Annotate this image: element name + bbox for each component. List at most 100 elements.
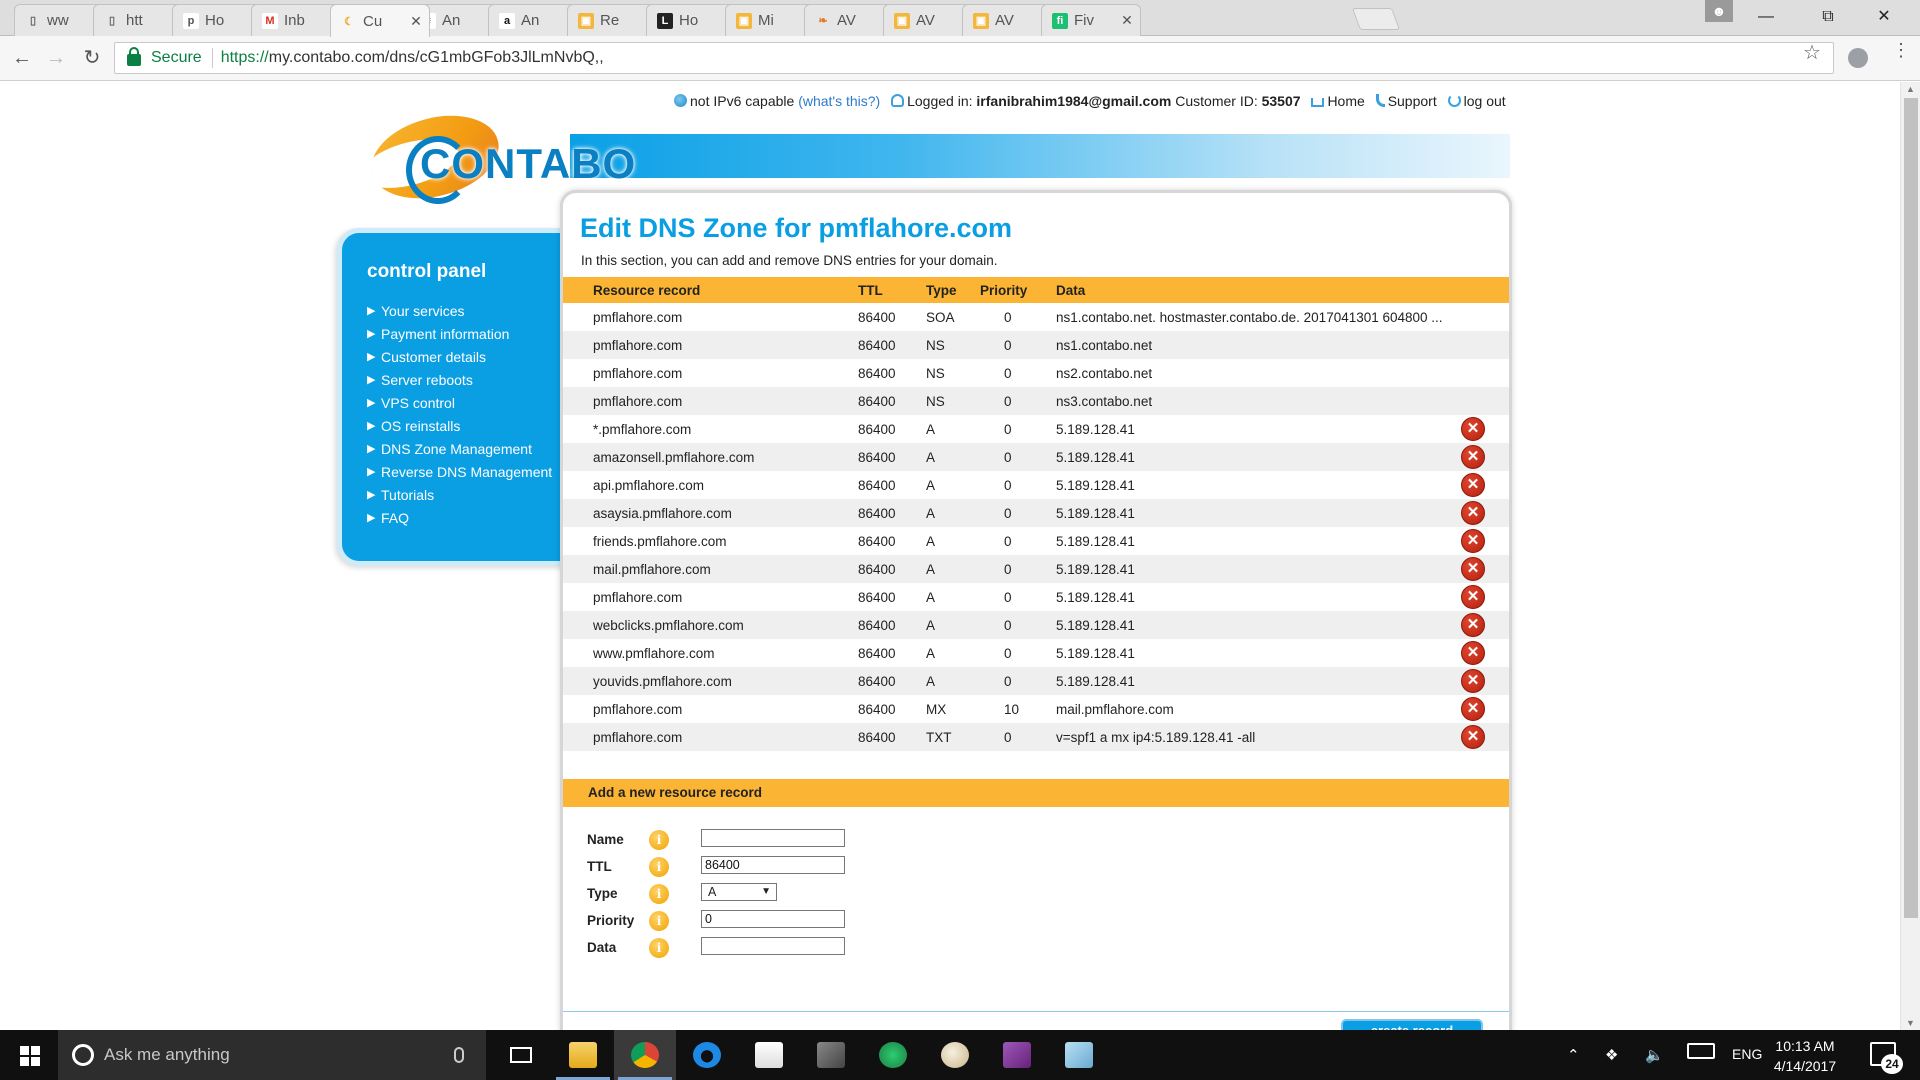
notification-count: 24 bbox=[1881, 1054, 1903, 1074]
chrome-icon[interactable] bbox=[614, 1030, 676, 1080]
ttl-input[interactable] bbox=[701, 856, 845, 874]
delete-record-icon[interactable]: ✕ bbox=[1461, 529, 1485, 553]
url-text[interactable]: https://my.contabo.com/dns/cG1mbGFob3JlL… bbox=[221, 49, 604, 67]
new-tab-button[interactable] bbox=[1351, 8, 1401, 30]
create-record-button[interactable]: create record bbox=[1341, 1019, 1483, 1030]
priority-input[interactable] bbox=[701, 910, 845, 928]
volume-muted-icon[interactable]: 🔈 bbox=[1645, 1046, 1664, 1064]
notepad-icon-glyph bbox=[1065, 1042, 1093, 1068]
dropbox-icon[interactable]: ❖ bbox=[1605, 1046, 1618, 1064]
sidebar-item-server-reboots[interactable]: ▶ Server reboots bbox=[367, 368, 552, 391]
delete-record-icon[interactable]: ✕ bbox=[1461, 557, 1485, 581]
notepad-icon[interactable] bbox=[1048, 1030, 1110, 1080]
cell-ttl: 86400 bbox=[858, 611, 926, 639]
tab-close-icon[interactable]: ✕ bbox=[1118, 12, 1136, 29]
account-info-bar: not IPv6 capable (what's this?) Logged i… bbox=[667, 93, 1506, 109]
scroll-thumb[interactable] bbox=[1904, 98, 1918, 918]
sidebar-item-your-services[interactable]: ▶ Your services bbox=[367, 299, 552, 322]
column-header-delete bbox=[1461, 277, 1509, 303]
delete-record-icon[interactable]: ✕ bbox=[1461, 445, 1485, 469]
home-link[interactable]: Home bbox=[1327, 93, 1364, 109]
delete-record-icon[interactable]: ✕ bbox=[1461, 501, 1485, 525]
cell-priority: 0 bbox=[1004, 309, 1012, 325]
cell-type: A bbox=[926, 555, 980, 583]
windows-start-icon[interactable] bbox=[0, 1030, 58, 1080]
address-bar[interactable]: Secure https://my.contabo.com/dns/cG1mbG… bbox=[114, 42, 1834, 74]
bookmark-star-icon[interactable]: ☆ bbox=[1803, 40, 1821, 65]
page-scrollbar[interactable]: ▲ ▼ bbox=[1900, 82, 1920, 1030]
cell-type: NS bbox=[926, 331, 980, 359]
fiverr-icon: fi bbox=[1052, 12, 1068, 29]
extension-icon[interactable] bbox=[1848, 48, 1868, 68]
cell-ttl: 86400 bbox=[858, 589, 896, 605]
back-icon[interactable]: ← bbox=[8, 44, 36, 72]
chevron-right-icon: ▶ bbox=[367, 489, 376, 501]
microphone-icon[interactable] bbox=[454, 1047, 464, 1063]
info-icon[interactable]: i bbox=[649, 830, 669, 850]
info-icon[interactable]: i bbox=[649, 884, 669, 904]
tools-icon[interactable] bbox=[800, 1030, 862, 1080]
show-hidden-icons-icon[interactable]: ⌃ bbox=[1567, 1046, 1580, 1064]
language-indicator[interactable]: ENG bbox=[1732, 1046, 1762, 1062]
info-icon[interactable]: i bbox=[649, 857, 669, 877]
sidebar-item-faq[interactable]: ▶ FAQ bbox=[367, 506, 552, 529]
dns-records-table: Resource record TTL Type Priority Data p… bbox=[563, 277, 1509, 751]
task-view-icon[interactable] bbox=[490, 1030, 552, 1080]
file-explorer-icon[interactable] bbox=[552, 1030, 614, 1080]
delete-record-icon[interactable]: ✕ bbox=[1461, 641, 1485, 665]
sidebar-item-tutorials[interactable]: ▶ Tutorials bbox=[367, 483, 552, 506]
cell-priority: 0 bbox=[1004, 589, 1012, 605]
paint-icon[interactable] bbox=[924, 1030, 986, 1080]
delete-record-icon[interactable]: ✕ bbox=[1461, 473, 1485, 497]
cell-priority: 0 bbox=[980, 499, 1056, 527]
edge-icon[interactable] bbox=[676, 1030, 738, 1080]
delete-record-icon[interactable]: ✕ bbox=[1461, 697, 1485, 721]
globe-app-icon[interactable] bbox=[862, 1030, 924, 1080]
sidebar-item-customer-details[interactable]: ▶ Customer details bbox=[367, 345, 552, 368]
scroll-down-icon[interactable]: ▼ bbox=[1906, 1018, 1915, 1028]
support-link[interactable]: Support bbox=[1388, 93, 1437, 109]
name-input[interactable] bbox=[701, 829, 845, 847]
delete-record-icon[interactable]: ✕ bbox=[1461, 613, 1485, 637]
type-select[interactable]: A ▼ bbox=[701, 883, 777, 901]
tab-close-icon[interactable]: ✕ bbox=[407, 13, 425, 30]
browser-tab[interactable]: fi Fiv ✕ bbox=[1041, 4, 1141, 36]
close-window-button[interactable]: ✕ bbox=[1856, 0, 1912, 34]
sidebar-item-vps-control[interactable]: ▶ VPS control bbox=[367, 391, 552, 414]
data-input[interactable] bbox=[701, 937, 845, 955]
page-icon: ▯ bbox=[29, 15, 37, 27]
info-icon[interactable]: i bbox=[649, 938, 669, 958]
reload-icon[interactable]: ↻ bbox=[78, 44, 106, 72]
whats-this-link[interactable]: (what's this?) bbox=[798, 93, 880, 109]
sidebar-item-label: DNS Zone Management bbox=[381, 440, 532, 457]
visual-studio-icon[interactable] bbox=[986, 1030, 1048, 1080]
cell-delete: ✕ bbox=[1461, 583, 1509, 611]
delete-record-icon[interactable]: ✕ bbox=[1461, 417, 1485, 441]
minimize-button[interactable]: — bbox=[1738, 0, 1794, 34]
sidebar-item-payment-information[interactable]: ▶ Payment information bbox=[367, 322, 552, 345]
browser-tab[interactable]: ☾ Cu ✕ bbox=[330, 4, 430, 37]
sidebar-item-os-reinstalls[interactable]: ▶ OS reinstalls bbox=[367, 414, 552, 437]
cell-data: 5.189.128.41 bbox=[1056, 443, 1461, 471]
sidebar-item-label: Customer details bbox=[381, 348, 487, 365]
ipv6-status: not IPv6 capable bbox=[690, 93, 795, 109]
forward-icon[interactable]: → bbox=[42, 44, 70, 72]
delete-record-icon[interactable]: ✕ bbox=[1461, 669, 1485, 693]
cortana-search-box[interactable]: Ask me anything bbox=[58, 1030, 486, 1080]
contabo-logo[interactable]: CONTABO bbox=[405, 136, 636, 204]
profile-icon[interactable]: ☻ bbox=[1705, 0, 1733, 22]
keyboard-icon[interactable] bbox=[1687, 1043, 1715, 1059]
store-icon[interactable] bbox=[738, 1030, 800, 1080]
delete-record-icon[interactable]: ✕ bbox=[1461, 725, 1485, 749]
sidebar-item-reverse-dns-management[interactable]: ▶ Reverse DNS Management bbox=[367, 460, 552, 483]
restore-button[interactable]: ⧉ bbox=[1800, 0, 1856, 34]
cell-name: pmflahore.com bbox=[593, 589, 683, 605]
scroll-up-icon[interactable]: ▲ bbox=[1906, 84, 1915, 94]
delete-record-icon[interactable]: ✕ bbox=[1461, 585, 1485, 609]
info-icon[interactable]: i bbox=[649, 911, 669, 931]
logout-link[interactable]: log out bbox=[1464, 93, 1506, 109]
form-row-priority: Priority i bbox=[587, 910, 887, 932]
browser-menu-icon[interactable]: ⋮ bbox=[1892, 41, 1910, 59]
sidebar-item-dns-zone-management[interactable]: ▶ DNS Zone Management bbox=[367, 437, 552, 460]
clock[interactable]: 10:13 AM 4/14/2017 bbox=[1765, 1036, 1845, 1076]
